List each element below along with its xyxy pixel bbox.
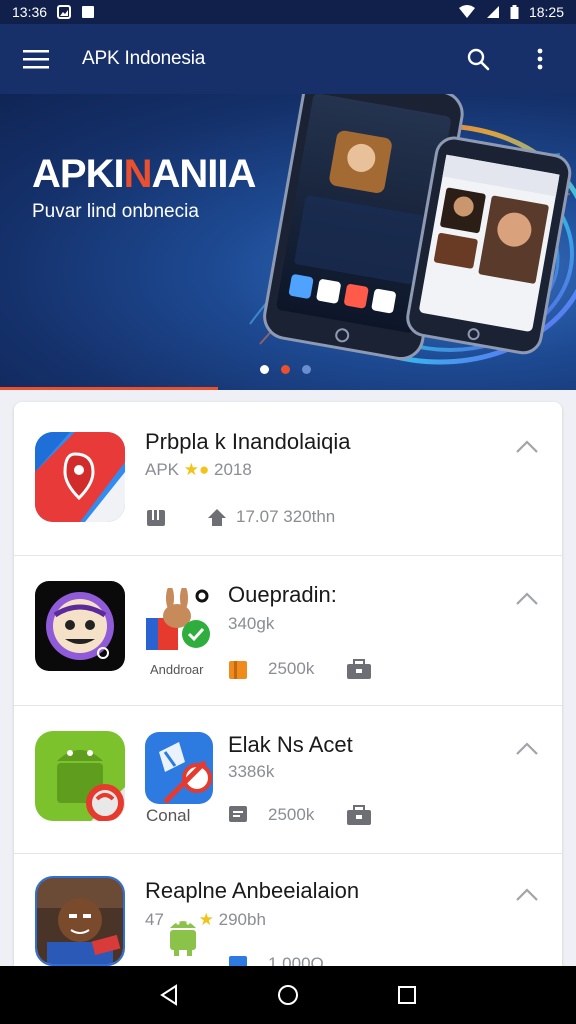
back-button[interactable] [149,975,189,1015]
list-item[interactable]: Conal Elak Ns Acet 3386k 2500k [14,706,562,854]
app-name: Reaplne Anbeeialaion [145,878,360,903]
square-notification-icon [82,6,95,18]
status-time: 13:36 [12,4,48,20]
carousel-indicator [260,365,311,374]
carousel-dot[interactable] [260,365,269,374]
storage-icon [147,510,165,526]
stat-downloads: 2500k [228,804,314,826]
search-icon [467,48,490,71]
chevron-up-icon[interactable] [514,736,540,762]
download-icon [208,509,226,526]
carousel-dot-active[interactable] [281,365,290,374]
briefcase-icon [347,805,371,825]
hero-subtitle: Puvar lind onbnecia [32,201,199,222]
app-name: Elak Ns Acet [228,732,353,757]
app-meta: 340gk [228,614,275,633]
sub-app-label: Conal [146,806,191,825]
app-list: Prbpla k Inandolaiqia APK ★● 2018 17.07 … [14,402,562,1002]
game-icon [35,876,125,966]
app-name: Ouepradin: [228,582,337,607]
app-bar: APK Indonesia [0,24,576,94]
maps-icon [35,432,125,522]
signal-icon [486,6,499,18]
app-name: Prbpla k Inandolaiqia [145,429,351,454]
chevron-up-icon[interactable] [514,434,540,460]
battery-icon [510,5,519,19]
hero-title: APKINANIIA [32,152,256,196]
status-clock: 18:25 [528,4,564,20]
back-triangle-icon [160,984,178,1006]
chevron-up-icon[interactable] [514,882,540,908]
stat-downloads: 2500k [228,658,314,680]
stat-storage [145,506,167,528]
package-icon [229,661,247,679]
app-meta: APK ★● 2018 [145,460,252,479]
carousel-dot[interactable] [302,365,311,374]
app-meta: 47 ★ 290bh [145,910,266,929]
hero-carousel[interactable]: APKINANIIA Puvar lind onbnecia [0,94,576,390]
home-circle-icon [277,985,298,1005]
hero-progress-bar [0,387,218,390]
message-icon [229,806,247,822]
app-meta: 3386k [228,762,275,781]
briefcase-icon [347,659,371,679]
hamburger-menu-icon [23,50,49,69]
app-title: APK Indonesia [82,48,206,69]
search-button[interactable] [460,41,496,77]
sub-app-label: Anddroar [150,662,204,677]
more-vertical-icon [537,48,543,70]
translate-app-icon [145,732,213,804]
status-bar: 13:36 18:25 [0,0,576,24]
system-navigation-bar [0,966,576,1024]
bunny-sticker-icon [144,588,214,658]
photo-notification-icon [57,5,72,19]
android-robot-icon [170,921,196,956]
android-icon [35,731,125,821]
star-icon: ★● [183,460,210,479]
recents-button[interactable] [387,975,427,1015]
star-icon: ★ [198,910,214,929]
menu-button[interactable] [18,41,54,77]
list-item[interactable]: Prbpla k Inandolaiqia APK ★● 2018 17.07 … [14,402,562,556]
hero-phones-illustration [249,94,576,365]
chevron-up-icon[interactable] [514,586,540,612]
recents-square-icon [397,986,416,1004]
home-button[interactable] [268,975,308,1015]
mascot-icon [35,581,125,671]
stat-downloads: 17.07 320thn [206,506,335,528]
overflow-menu-button[interactable] [522,41,558,77]
wifi-icon [458,5,475,18]
list-item[interactable]: Anddroar Ouepradin: 340gk 2500k [14,556,562,706]
